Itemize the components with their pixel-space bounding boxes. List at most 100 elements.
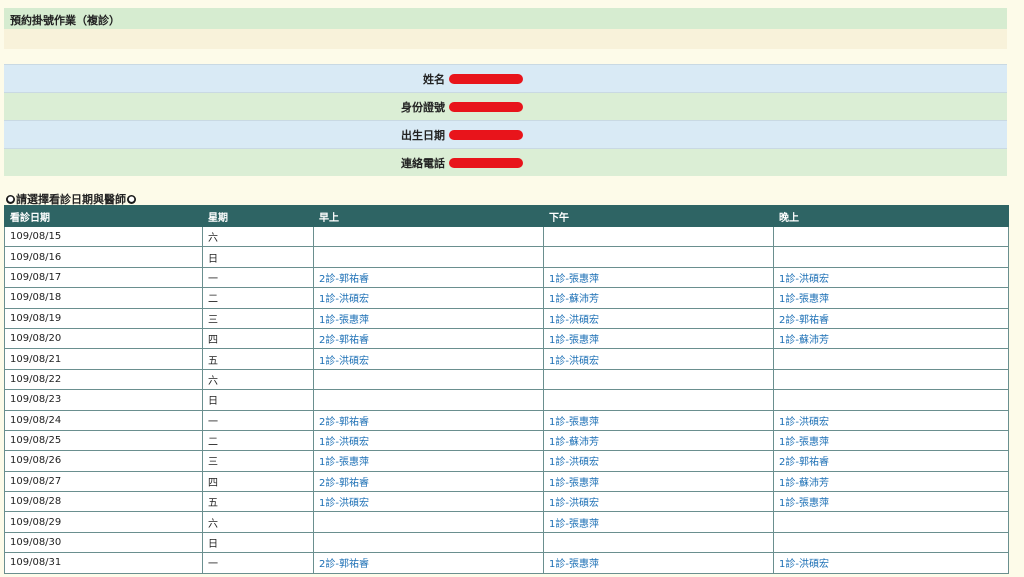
morning-slot-link[interactable]: 1診-張惠萍	[319, 315, 369, 326]
table-row: 109/08/24 一 2診-郭祐睿 1診-張惠萍 1診-洪碩宏	[4, 409, 1009, 431]
afternoon-slot-link[interactable]: 1診-張惠萍	[549, 335, 599, 346]
afternoon-slot-cell: 1診-洪碩宏	[543, 307, 774, 329]
morning-slot-cell: 2診-郭祐睿	[313, 552, 544, 574]
afternoon-slot-link[interactable]: 1診-洪碩宏	[549, 498, 599, 509]
date-cell-cell: 109/08/26	[4, 450, 203, 472]
evening-slot-link[interactable]: 1診-洪碩宏	[779, 417, 829, 428]
patient-info-form: 姓名 身份證號 出生日期 連絡電話	[4, 64, 1007, 176]
morning-slot-cell	[313, 389, 544, 411]
weekday-cell-cell: 一	[202, 409, 314, 431]
afternoon-slot-link[interactable]: 1診-張惠萍	[549, 274, 599, 285]
morning-slot-link[interactable]: 1診-洪碩宏	[319, 294, 369, 305]
date-cell-cell: 109/08/19	[4, 307, 203, 329]
weekday-cell-cell: 日	[202, 389, 314, 411]
afternoon-slot-cell: 1診-蘇沛芳	[543, 287, 774, 309]
morning-slot-cell: 1診-洪碩宏	[313, 429, 544, 452]
evening-slot-link[interactable]: 1診-張惠萍	[779, 437, 829, 448]
form-row-phone: 連絡電話	[4, 148, 1007, 176]
table-row: 109/08/26 三 1診-張惠萍 1診-洪碩宏 2診-郭祐睿	[4, 450, 1009, 472]
morning-slot-link[interactable]: 2診-郭祐睿	[319, 559, 369, 570]
afternoon-slot-link[interactable]: 1診-洪碩宏	[549, 356, 599, 367]
date-cell-cell: 109/08/17	[4, 266, 203, 289]
morning-slot-cell	[313, 368, 544, 391]
table-row: 109/08/19 三 1診-張惠萍 1診-洪碩宏 2診-郭祐睿	[4, 307, 1009, 329]
weekday-cell-cell: 三	[202, 450, 314, 472]
morning-slot-cell: 2診-郭祐睿	[313, 470, 544, 493]
evening-slot-cell: 1診-張惠萍	[773, 287, 1009, 309]
table-row: 109/08/30 日	[4, 531, 1009, 554]
morning-slot-cell	[313, 246, 544, 268]
afternoon-slot-cell	[543, 531, 774, 554]
afternoon-slot-cell: 1診-洪碩宏	[543, 491, 774, 513]
evening-slot-cell: 1診-洪碩宏	[773, 409, 1009, 431]
table-row: 109/08/20 四 2診-郭祐睿 1診-張惠萍 1診-蘇沛芳	[4, 327, 1009, 350]
redacted-birthdate	[449, 129, 523, 140]
evening-slot-link[interactable]: 1診-蘇沛芳	[779, 335, 829, 346]
table-row: 109/08/28 五 1診-洪碩宏 1診-洪碩宏 1診-張惠萍	[4, 491, 1009, 513]
morning-slot-cell: 1診-洪碩宏	[313, 348, 544, 370]
morning-slot-link[interactable]: 2診-郭祐睿	[319, 335, 369, 346]
table-row: 109/08/15 六	[4, 225, 1009, 248]
afternoon-slot-link[interactable]: 1診-張惠萍	[549, 478, 599, 489]
morning-slot-link[interactable]: 2診-郭祐睿	[319, 274, 369, 285]
form-row-birthdate: 出生日期	[4, 120, 1007, 148]
afternoon-slot-link[interactable]: 1診-張惠萍	[549, 519, 599, 530]
evening-slot-link[interactable]: 1診-張惠萍	[779, 498, 829, 509]
table-row: 109/08/29 六 1診-張惠萍	[4, 511, 1009, 533]
date-cell-cell: 109/08/23	[4, 389, 203, 411]
weekday-cell-cell: 六	[202, 511, 314, 533]
evening-slot-cell	[773, 531, 1009, 554]
page-title: 預約掛號作業（複診）	[4, 8, 1007, 29]
redacted-phone	[449, 157, 523, 168]
morning-slot-link[interactable]: 1診-洪碩宏	[319, 356, 369, 367]
table-row: 109/08/21 五 1診-洪碩宏 1診-洪碩宏	[4, 348, 1009, 370]
schedule-table: 看診日期 星期 早上 下午 晚上 109/08/15 六 109/08/16 日 109…	[4, 205, 1009, 574]
id-number-label: 身份證號	[401, 100, 445, 114]
weekday-cell-cell: 六	[202, 225, 314, 248]
birthdate-label: 出生日期	[401, 128, 445, 142]
date-cell-cell: 109/08/20	[4, 327, 203, 350]
evening-slot-cell	[773, 348, 1009, 370]
afternoon-slot-cell	[543, 225, 774, 248]
afternoon-slot-link[interactable]: 1診-張惠萍	[549, 559, 599, 570]
info-icon-left: ●	[6, 194, 15, 204]
evening-slot-cell	[773, 246, 1009, 268]
afternoon-slot-link[interactable]: 1診-洪碩宏	[549, 315, 599, 326]
afternoon-slot-link[interactable]: 1診-張惠萍	[549, 417, 599, 428]
evening-slot-link[interactable]: 1診-洪碩宏	[779, 274, 829, 285]
evening-slot-link[interactable]: 2診-郭祐睿	[779, 457, 829, 468]
evening-slot-link[interactable]: 1診-洪碩宏	[779, 559, 829, 570]
evening-slot-cell	[773, 368, 1009, 391]
evening-slot-cell: 1診-張惠萍	[773, 429, 1009, 452]
afternoon-slot-cell: 1診-蘇沛芳	[543, 429, 774, 452]
col-header-afternoon: 下午	[543, 205, 774, 227]
phone-label: 連絡電話	[401, 156, 445, 170]
date-cell-cell: 109/08/24	[4, 409, 203, 431]
afternoon-slot-cell: 1診-張惠萍	[543, 511, 774, 533]
weekday-cell-cell: 四	[202, 470, 314, 493]
schedule-body: 109/08/15 六 109/08/16 日 109/08/17 一 2診-郭祐睿 1診-張…	[4, 225, 1009, 574]
afternoon-slot-cell: 1診-洪碩宏	[543, 348, 774, 370]
date-cell-cell: 109/08/15	[4, 225, 203, 248]
afternoon-slot-cell: 1診-張惠萍	[543, 470, 774, 493]
afternoon-slot-link[interactable]: 1診-洪碩宏	[549, 457, 599, 468]
morning-slot-link[interactable]: 2診-郭祐睿	[319, 417, 369, 428]
morning-slot-cell: 2診-郭祐睿	[313, 327, 544, 350]
evening-slot-link[interactable]: 1診-張惠萍	[779, 294, 829, 305]
afternoon-slot-link[interactable]: 1診-蘇沛芳	[549, 437, 599, 448]
evening-slot-link[interactable]: 1診-蘇沛芳	[779, 478, 829, 489]
morning-slot-link[interactable]: 2診-郭祐睿	[319, 478, 369, 489]
info-icon-right: ●	[127, 194, 136, 204]
morning-slot-link[interactable]: 1診-洪碩宏	[319, 437, 369, 448]
morning-slot-cell: 1診-洪碩宏	[313, 491, 544, 513]
evening-slot-link[interactable]: 2診-郭祐睿	[779, 315, 829, 326]
morning-slot-cell	[313, 225, 544, 248]
weekday-cell-cell: 六	[202, 368, 314, 391]
morning-slot-link[interactable]: 1診-洪碩宏	[319, 498, 369, 509]
afternoon-slot-link[interactable]: 1診-蘇沛芳	[549, 294, 599, 305]
date-cell-cell: 109/08/25	[4, 429, 203, 452]
date-cell-cell: 109/08/27	[4, 470, 203, 493]
evening-slot-cell: 1診-蘇沛芳	[773, 470, 1009, 493]
date-cell-cell: 109/08/29	[4, 511, 203, 533]
morning-slot-link[interactable]: 1診-張惠萍	[319, 457, 369, 468]
